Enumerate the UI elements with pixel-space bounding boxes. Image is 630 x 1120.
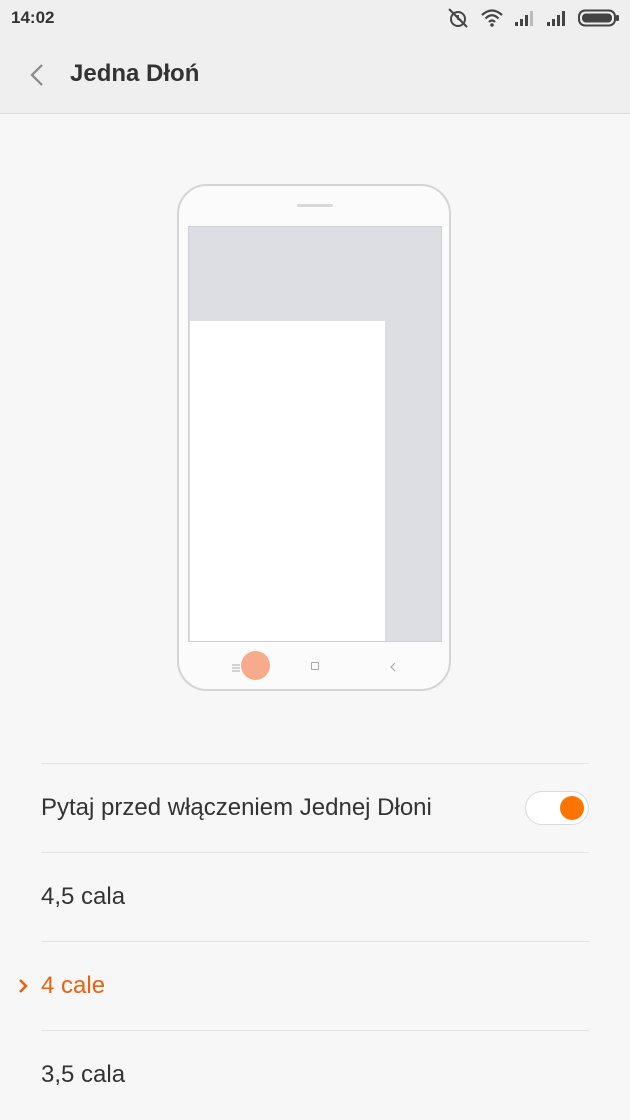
- battery-icon: [578, 9, 620, 27]
- signal-icon: [546, 9, 568, 27]
- touch-indicator: [241, 651, 270, 680]
- phone-screen: [188, 226, 442, 642]
- size-option-label: 4 cale: [41, 972, 106, 999]
- size-option-4[interactable]: 4 cale: [19, 942, 589, 1030]
- ask-before-enable-label: Pytaj przed włączeniem Jednej Dłoni: [41, 794, 432, 821]
- signal-icon: [514, 9, 536, 27]
- wifi-icon: [480, 8, 504, 28]
- toggle-knob: [560, 796, 584, 820]
- page-title: Jedna Dłoń: [70, 60, 200, 87]
- ask-before-enable-toggle[interactable]: [525, 791, 589, 825]
- app-bar: Jedna Dłoń: [0, 36, 630, 114]
- back-button[interactable]: [22, 56, 56, 94]
- size-option-3-5[interactable]: 3,5 cala: [41, 1031, 589, 1119]
- size-option-label: 4,5 cala: [41, 883, 126, 910]
- phone-one-hand-screen: [190, 321, 385, 641]
- size-option-label: 3,5 cala: [41, 1061, 126, 1088]
- settings-list: Pytaj przed włączeniem Jednej Dłoni 4,5 …: [19, 763, 589, 1119]
- chevron-right-icon: [17, 978, 29, 994]
- status-icons: [446, 6, 620, 30]
- ask-before-enable-row[interactable]: Pytaj przed włączeniem Jednej Dłoni: [41, 764, 589, 852]
- phone-illustration: [177, 184, 451, 691]
- home-icon: [311, 662, 319, 670]
- status-bar: 14:02: [0, 0, 630, 36]
- status-time: 14:02: [11, 8, 55, 27]
- alarm-off-icon: [446, 7, 470, 29]
- size-option-4-5[interactable]: 4,5 cala: [41, 853, 589, 941]
- back-arrow-icon: [389, 660, 399, 672]
- menu-icon: [232, 659, 240, 672]
- chevron-left-icon: [22, 64, 56, 98]
- phone-speaker: [297, 204, 333, 207]
